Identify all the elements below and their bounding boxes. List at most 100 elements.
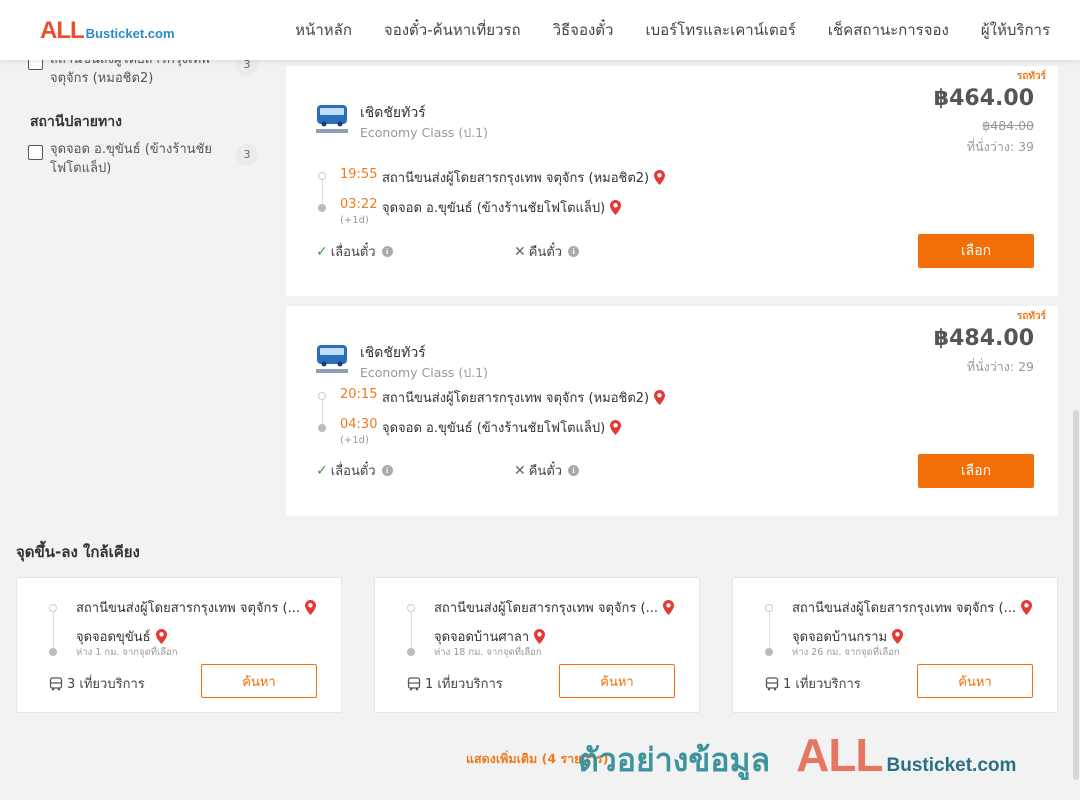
departure-stop: สถานีขนส่งผู้โดยสารกรุงเทพ จตุจักร (หมอช…	[382, 387, 666, 408]
nearby-trip-count: 1 เที่ยวบริการ	[765, 673, 861, 694]
info-icon[interactable]: i	[568, 465, 580, 476]
bus-class: Economy Class (ป.1)	[360, 365, 489, 380]
timeline-line	[410, 612, 412, 648]
trip-price: ฿484.00	[933, 326, 1034, 351]
arrival-dot	[318, 204, 326, 212]
nearby-to-name: จุดจอดบ้านศาลา	[434, 630, 530, 645]
trip-original-price: ฿484.00	[982, 118, 1034, 133]
destination-filter-label: จุดจอด อ.ขุขันธ์ (ข้างร้านชัยโฟโตแล็ป)	[50, 142, 212, 176]
nearby-to-name: จุดจอดบ้านกราม	[792, 630, 888, 645]
map-pin-icon[interactable]	[654, 170, 666, 185]
nearby-trip-count: 1 เที่ยวบริการ	[407, 673, 503, 694]
info-icon[interactable]: i	[381, 246, 393, 257]
arrival-time: 03:22	[340, 197, 378, 212]
departure-dot	[765, 604, 773, 612]
nearby-trip-count-label: 1 เที่ยวบริการ	[783, 677, 861, 692]
map-pin-icon[interactable]	[610, 200, 622, 215]
sample-data-watermark: ตัวอย่างข้อมูล ALL Busticket.com	[578, 728, 1016, 786]
nearby-search-button[interactable]: ค้นหา	[559, 664, 675, 698]
departure-dot	[318, 392, 326, 400]
bus-icon	[407, 676, 421, 690]
nav-contact-counters[interactable]: เบอร์โทรและเคาน์เตอร์	[645, 18, 795, 42]
nearby-from-name: สถานีขนส่งผู้โดยสารกรุงเทพ จตุจักร (...	[434, 601, 658, 616]
feature-refund: ✕ คืนตั๋ว i	[514, 460, 580, 481]
map-pin-icon[interactable]	[610, 420, 622, 435]
trip-type-tag: รถทัวร์	[1016, 71, 1046, 82]
arrival-stop: จุดจอด อ.ขุขันธ์ (ข้างร้านชัยโฟโตแล็ป)	[382, 197, 622, 218]
nav-how-to-book[interactable]: วิธีจองตั๋ว	[553, 18, 614, 42]
nearby-from-stop: สถานีขนส่งผู้โดยสารกรุงเทพ จตุจักร (...	[434, 597, 689, 618]
departure-stop: สถานีขนส่งผู้โดยสารกรุงเทพ จตุจักร (หมอช…	[382, 167, 666, 188]
nearby-stops-title: จุดขึ้น-ลง ใกล้เคียง	[16, 543, 140, 561]
feature-refund-label: คืนตั๋ว	[528, 464, 563, 479]
feature-reschedule-label: เลื่อนตั๋ว	[330, 464, 376, 479]
map-pin-icon[interactable]	[304, 600, 316, 615]
timeline-line	[321, 400, 323, 424]
nearby-stop-card: สถานีขนส่งผู้โดยสารกรุงเทพ จตุจักร (... …	[732, 577, 1058, 713]
arrival-stop-name: จุดจอด อ.ขุขันธ์ (ข้างร้านชัยโฟโตแล็ป)	[382, 421, 606, 436]
info-icon[interactable]: i	[381, 465, 393, 476]
map-pin-icon[interactable]	[534, 629, 546, 644]
departure-stop-name: สถานีขนส่งผู้โดยสารกรุงเทพ จตุจักร (หมอช…	[382, 391, 650, 406]
map-pin-icon[interactable]	[892, 629, 904, 644]
nearby-to-stop: จุดจอดขุขันธ์	[76, 626, 167, 647]
nearby-to-stop: จุดจอดบ้านศาลา	[434, 626, 546, 647]
destination-filter-count: 3	[236, 144, 258, 166]
seats-available: ที่นั่งว่าง: 39	[966, 139, 1034, 154]
map-pin-icon[interactable]	[1020, 600, 1032, 615]
page-scrollbar[interactable]	[1072, 60, 1080, 800]
info-icon[interactable]: i	[568, 246, 580, 257]
main-nav: หน้าหลัก จองตั๋ว-ค้นหาเที่ยวรถ วิธีจองตั…	[295, 0, 1050, 60]
check-icon: ✓	[316, 243, 328, 260]
nearby-trip-count-label: 1 เที่ยวบริการ	[425, 677, 503, 692]
site-logo[interactable]: ALL Busticket.com	[40, 17, 175, 45]
watermark-logo-busticket: Busticket.com	[886, 755, 1017, 776]
arrival-dot	[407, 648, 415, 656]
map-pin-icon[interactable]	[155, 629, 167, 644]
scrollbar-thumb[interactable]	[1073, 410, 1079, 780]
cross-icon: ✕	[514, 462, 526, 479]
bus-icon	[49, 676, 63, 690]
watermark-logo-all: ALL	[796, 729, 883, 781]
nearby-search-button[interactable]: ค้นหา	[917, 664, 1033, 698]
map-pin-icon[interactable]	[662, 600, 674, 615]
departure-time: 19:55	[340, 167, 378, 182]
nav-home[interactable]: หน้าหลัก	[295, 18, 352, 42]
departure-stop-name: สถานีขนส่งผู้โดยสารกรุงเทพ จตุจักร (หมอช…	[382, 171, 650, 186]
next-day-indicator: (+1d)	[340, 215, 369, 226]
nearby-search-button[interactable]: ค้นหา	[201, 664, 317, 698]
departure-dot	[49, 604, 57, 612]
nearby-distance: ห่าง 18 กม. จากจุดที่เลือก	[434, 647, 542, 658]
arrival-dot	[765, 648, 773, 656]
nav-operators[interactable]: ผู้ให้บริการ	[981, 18, 1050, 42]
destination-filter-checkbox[interactable]	[28, 145, 43, 160]
nearby-stop-card: สถานีขนส่งผู้โดยสารกรุงเทพ จตุจักร (... …	[374, 577, 700, 713]
logo-busticket: Busticket.com	[85, 26, 175, 41]
watermark-logo: ALL Busticket.com	[796, 728, 1016, 782]
operator-name: เชิดชัยทัวร์	[360, 345, 426, 361]
nearby-distance: ห่าง 1 กม. จากจุดที่เลือก	[76, 647, 178, 658]
arrival-time: 04:30	[340, 417, 378, 432]
map-pin-icon[interactable]	[654, 390, 666, 405]
nav-check-booking[interactable]: เช็คสถานะการจอง	[828, 18, 949, 42]
seats-available: ที่นั่งว่าง: 29	[966, 359, 1034, 374]
nearby-from-stop: สถานีขนส่งผู้โดยสารกรุงเทพ จตุจักร (...	[76, 597, 331, 618]
nearby-to-name: จุดจอดขุขันธ์	[76, 630, 151, 645]
select-trip-button[interactable]: เลือก	[918, 454, 1034, 488]
nav-book-search[interactable]: จองตั๋ว-ค้นหาเที่ยวรถ	[384, 18, 521, 42]
destination-filter-item[interactable]: จุดจอด อ.ขุขันธ์ (ข้างร้านชัยโฟโตแล็ป) 3	[28, 140, 258, 180]
timeline-line	[52, 612, 54, 648]
arrival-dot	[49, 648, 57, 656]
next-day-indicator: (+1d)	[340, 435, 369, 446]
timeline-line	[321, 180, 323, 204]
feature-reschedule: ✓ เลื่อนตั๋ว i	[316, 241, 393, 262]
operator-name: เชิดชัยทัวร์	[360, 105, 426, 121]
departure-dot	[318, 172, 326, 180]
feature-refund-label: คืนตั๋ว	[528, 245, 563, 260]
arrival-stop-name: จุดจอด อ.ขุขันธ์ (ข้างร้านชัยโฟโตแล็ป)	[382, 201, 606, 216]
select-trip-button[interactable]: เลือก	[918, 234, 1034, 268]
trip-type-tag: รถทัวร์	[1016, 311, 1046, 322]
feature-reschedule-label: เลื่อนตั๋ว	[330, 245, 376, 260]
trip-price: ฿464.00	[933, 86, 1034, 111]
nearby-distance: ห่าง 26 กม. จากจุดที่เลือก	[792, 647, 900, 658]
